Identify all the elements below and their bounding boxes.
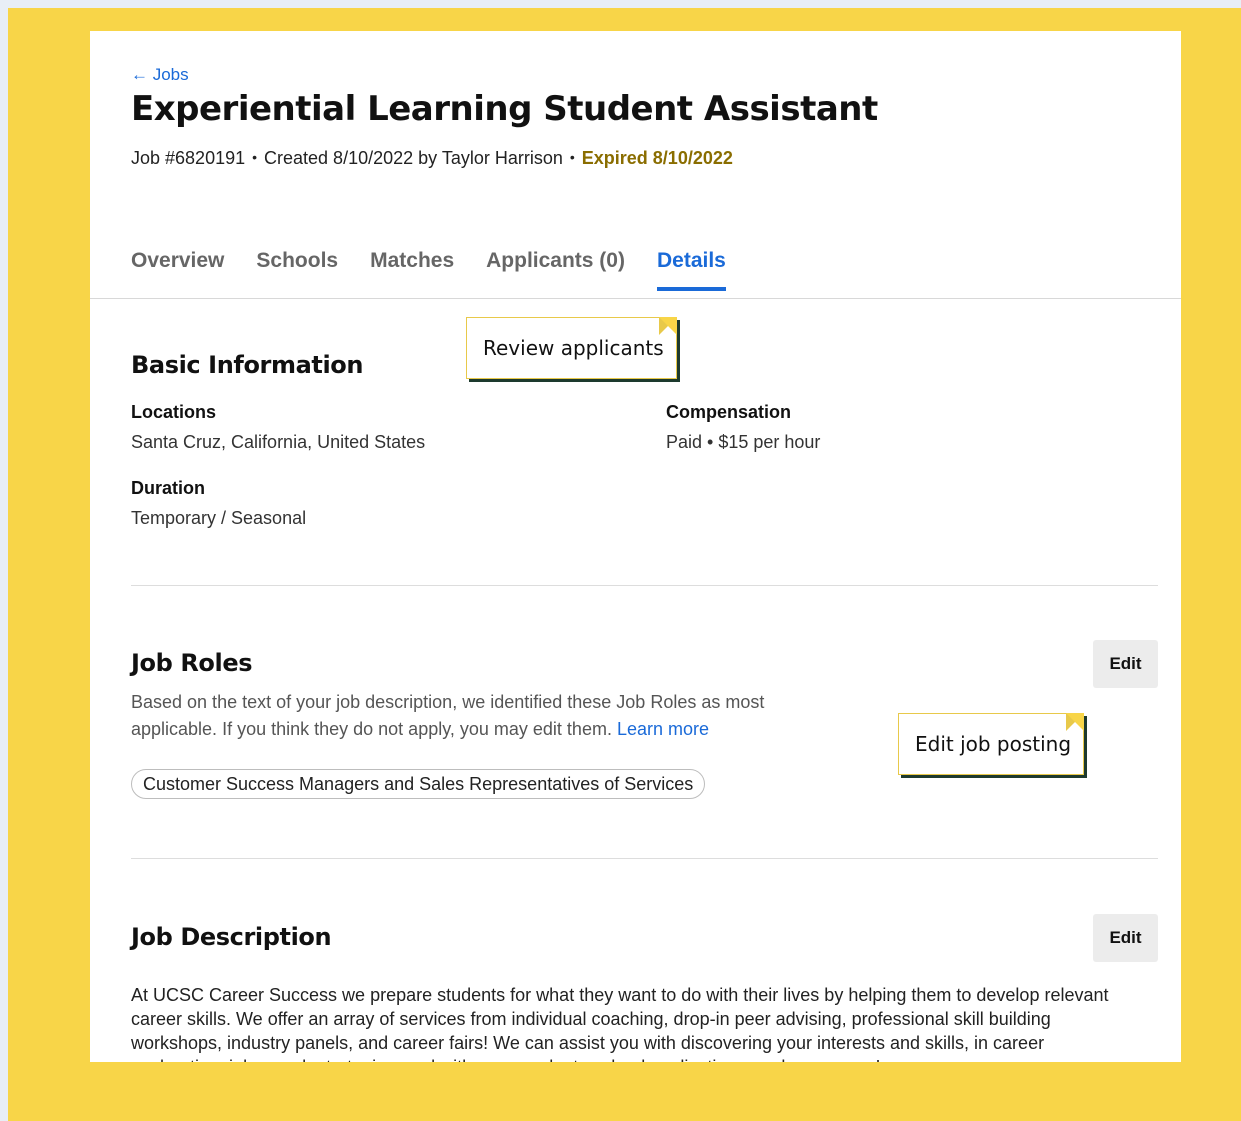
job-roles-heading: Job Roles [131,649,253,677]
tab-matches[interactable]: Matches [370,249,454,291]
edit-job-posting-callout: Edit job posting [898,713,1085,775]
job-roles-helper: Based on the text of your job descriptio… [131,689,851,743]
section-divider [131,858,1158,859]
tab-schools[interactable]: Schools [256,249,338,291]
basic-information-heading: Basic Information [131,351,364,379]
section-divider [131,585,1158,586]
separator-dot: • [252,149,258,165]
tab-details[interactable]: Details [656,249,726,291]
expired-status: Expired 8/10/2022 [581,148,733,168]
duration-value: Temporary / Seasonal [131,508,307,528]
created-info: Created 8/10/2022 by Taylor Harrison [264,148,563,168]
edit-job-roles-button[interactable]: Edit [1093,640,1158,688]
callout-text: Review applicants [483,336,664,360]
job-detail-card: ← Jobs Experiential Learning Student Ass… [90,31,1181,1062]
fold-cover [658,317,677,335]
back-to-jobs-link[interactable]: ← Jobs [131,65,189,85]
locations-label: Locations [131,402,217,422]
tab-overview[interactable]: Overview [131,249,224,291]
callout-text: Edit job posting [915,732,1072,756]
tabs-divider [90,298,1181,299]
job-role-chip: Customer Success Managers and Sales Repr… [131,769,706,799]
job-meta: Job #6820191 • Created 8/10/2022 by Taylor… [131,148,733,169]
separator-dot: • [569,149,575,165]
compensation-label: Compensation [666,402,792,422]
locations-value: Santa Cruz, California, United States [131,432,426,452]
job-number: Job #6820191 [131,148,246,168]
job-description-heading: Job Description [131,923,332,951]
duration-label: Duration [131,478,205,498]
page-title: Experiential Learning Student Assistant [131,89,878,129]
edit-job-description-button[interactable]: Edit [1093,914,1158,962]
review-applicants-callout: Review applicants [466,317,677,379]
learn-more-link[interactable]: Learn more [617,719,709,739]
job-description-text: At UCSC Career Success we prepare studen… [131,985,1109,1062]
tab-applicants[interactable]: Applicants (0) [486,249,625,291]
compensation-value: Paid • $15 per hour [666,432,821,452]
fold-cover [1066,713,1085,731]
tab-bar: Overview Schools Matches Applicants (0) … [131,249,726,291]
